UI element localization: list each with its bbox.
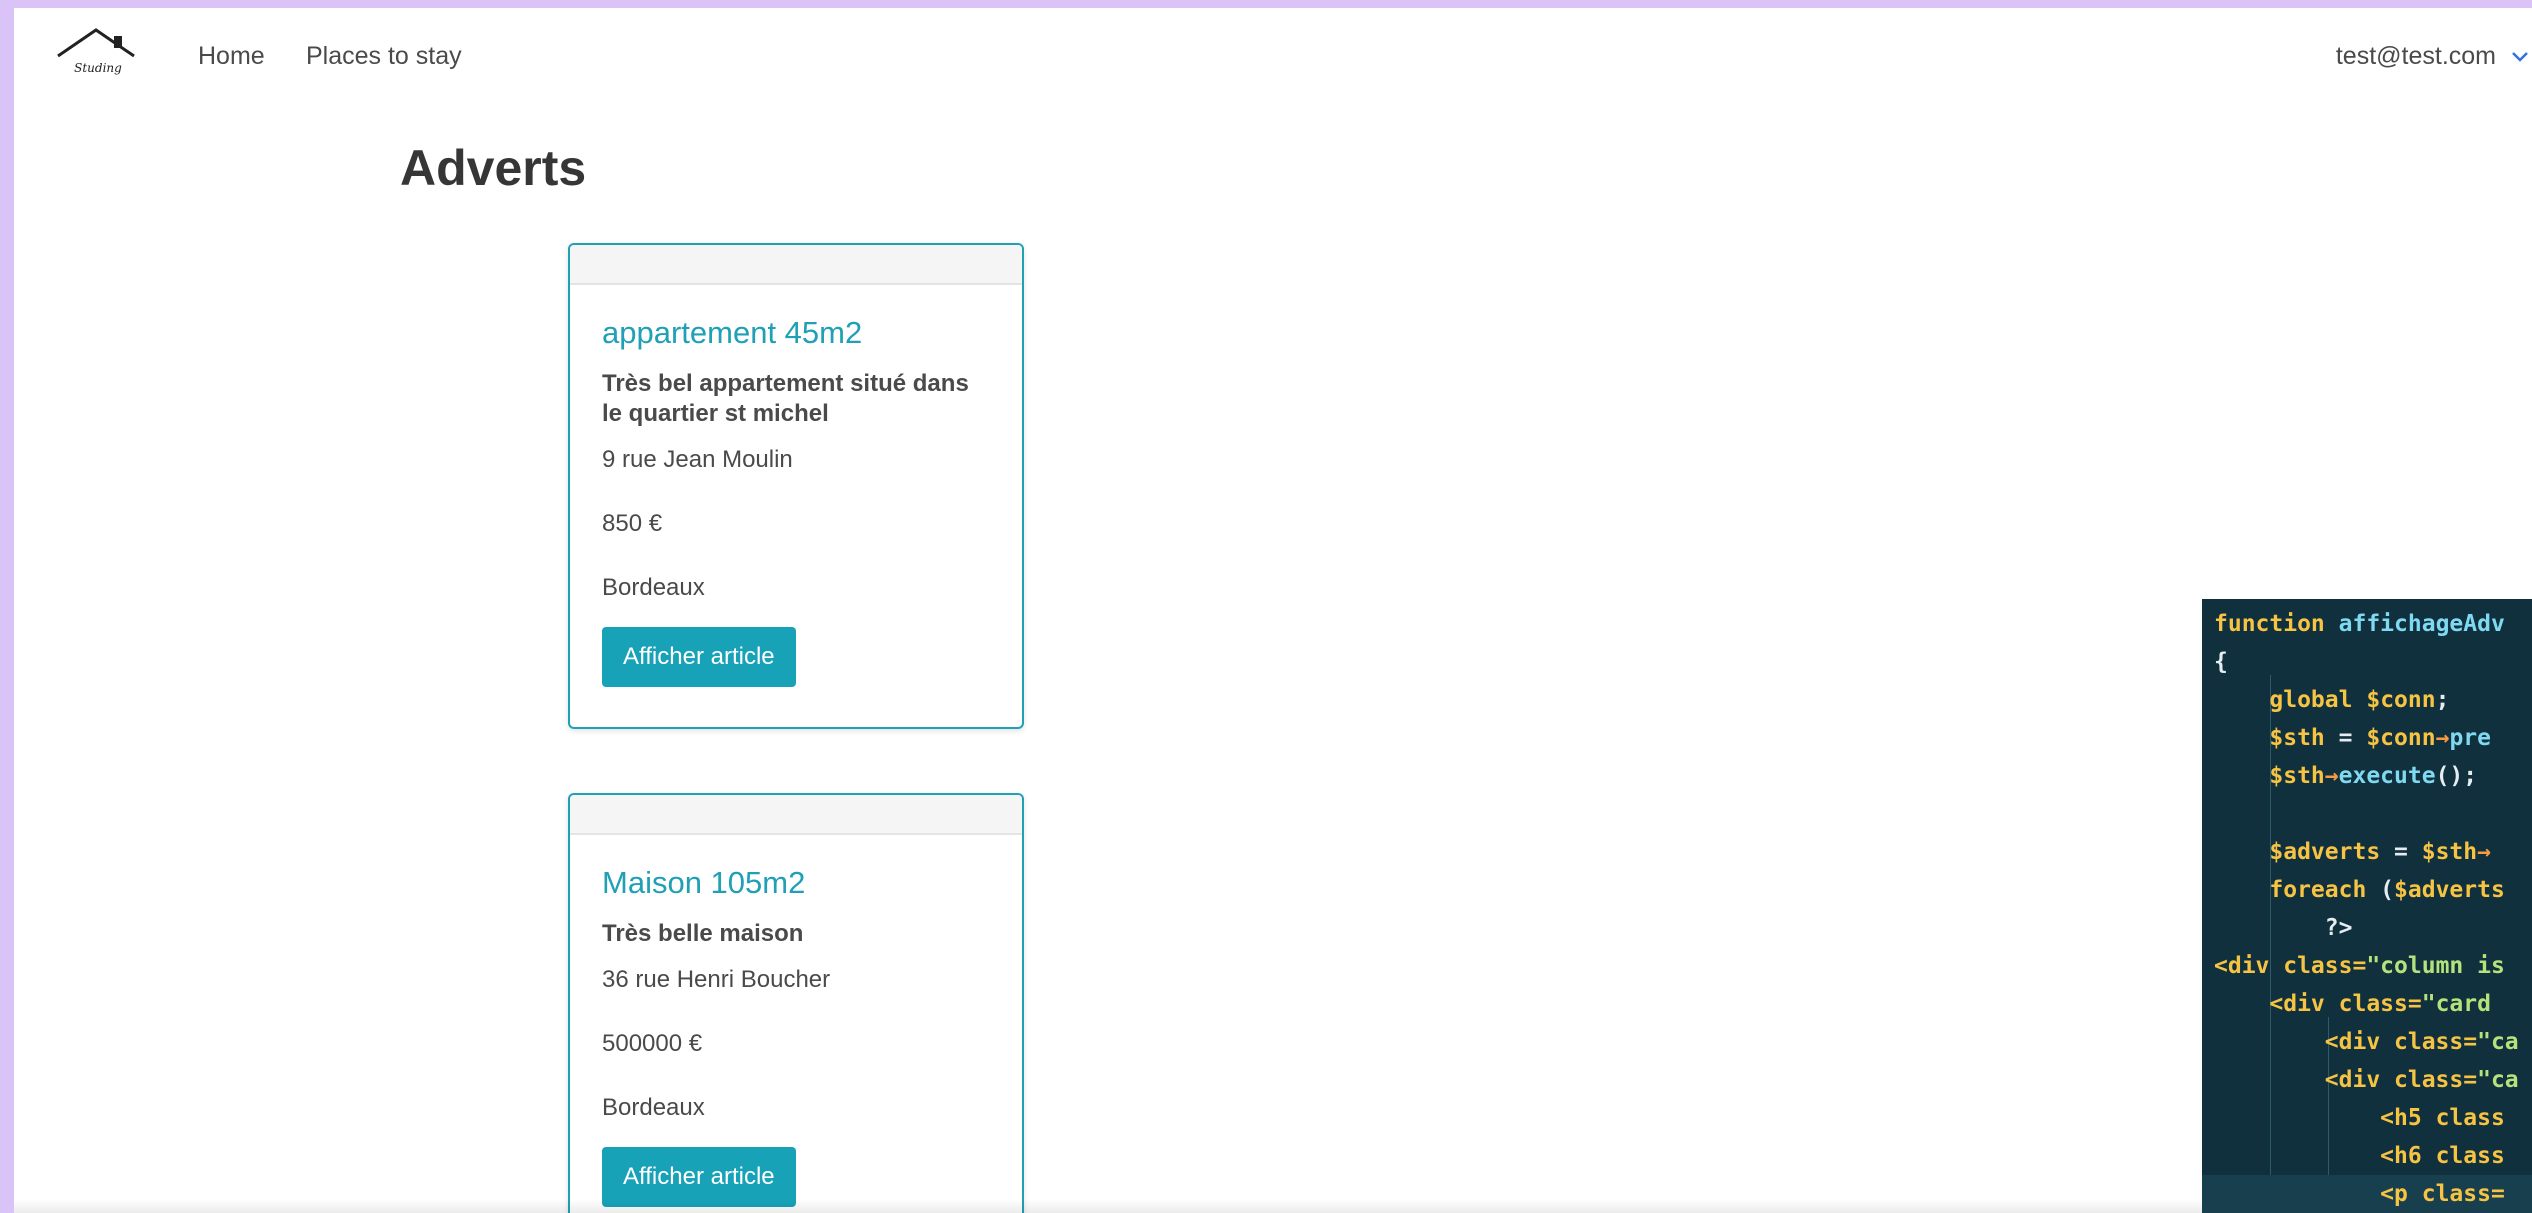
code-line: $sth→execute();: [2269, 763, 2478, 789]
code-line: $adverts = $sth→: [2269, 839, 2491, 865]
advert-title: appartement 45m2: [602, 315, 863, 350]
page: Studing Home Places to stay test@test.co…: [14, 8, 2532, 1213]
advert-price: 850 €: [602, 510, 663, 537]
nav-places-to-stay-link[interactable]: Places to stay: [306, 38, 462, 74]
advert-city: Bordeaux: [602, 574, 705, 601]
page-title: Adverts: [400, 140, 587, 196]
code-line: {: [2214, 649, 2228, 675]
code-line-highlighted: <p class=: [2202, 1175, 2532, 1213]
advert-description: Très belle maison: [602, 920, 804, 947]
chevron-down-icon: [2512, 52, 2528, 62]
svg-text:Studing: Studing: [74, 61, 122, 75]
code-line: function affichageAdv: [2214, 611, 2505, 637]
code-line: <div class="ca: [2324, 1067, 2519, 1093]
advert-card: Maison 105m2 Très belle maison 36 rue He…: [568, 793, 1024, 1213]
card-body: appartement 45m2 Très bel appartement si…: [570, 313, 1022, 687]
bottom-shadow: [14, 1199, 2216, 1213]
advert-address: 9 rue Jean Moulin: [602, 446, 793, 473]
code-line: foreach ($adverts: [2269, 877, 2505, 903]
advert-card: appartement 45m2 Très bel appartement si…: [568, 243, 1024, 729]
show-article-button[interactable]: Afficher article: [602, 627, 796, 687]
show-article-button[interactable]: Afficher article: [602, 1147, 796, 1207]
logo-house-icon[interactable]: Studing: [52, 22, 144, 78]
user-email: test@test.com: [2335, 42, 2496, 70]
code-line: <div class="card: [2269, 991, 2491, 1017]
code-line: global $conn;: [2269, 687, 2450, 713]
code-line: $sth = $conn→pre: [2269, 725, 2491, 751]
code-line: <div class="ca: [2324, 1029, 2519, 1055]
advert-price: 500000 €: [602, 1030, 703, 1057]
card-header: [570, 795, 1022, 835]
advert-description: Très bel appartement situé dans le quart…: [602, 370, 969, 427]
code-line: <div class="column is: [2214, 953, 2505, 979]
card-header: [570, 245, 1022, 285]
navbar: Studing Home Places to stay test@test.co…: [14, 8, 2532, 104]
nav-home-link[interactable]: Home: [198, 38, 265, 74]
advert-city: Bordeaux: [602, 1094, 705, 1121]
card-body: Maison 105m2 Très belle maison 36 rue He…: [570, 863, 1022, 1207]
code-line: ?>: [2324, 915, 2353, 941]
advert-title: Maison 105m2: [602, 865, 806, 900]
code-editor-panel[interactable]: function affichageAdv { global $conn; $s…: [2202, 599, 2532, 1213]
advert-address: 36 rue Henri Boucher: [602, 966, 831, 993]
code-line: <h6 class: [2380, 1143, 2505, 1169]
code-line: <h5 class: [2380, 1105, 2505, 1131]
user-menu-dropdown[interactable]: test@test.com: [2336, 38, 2532, 74]
